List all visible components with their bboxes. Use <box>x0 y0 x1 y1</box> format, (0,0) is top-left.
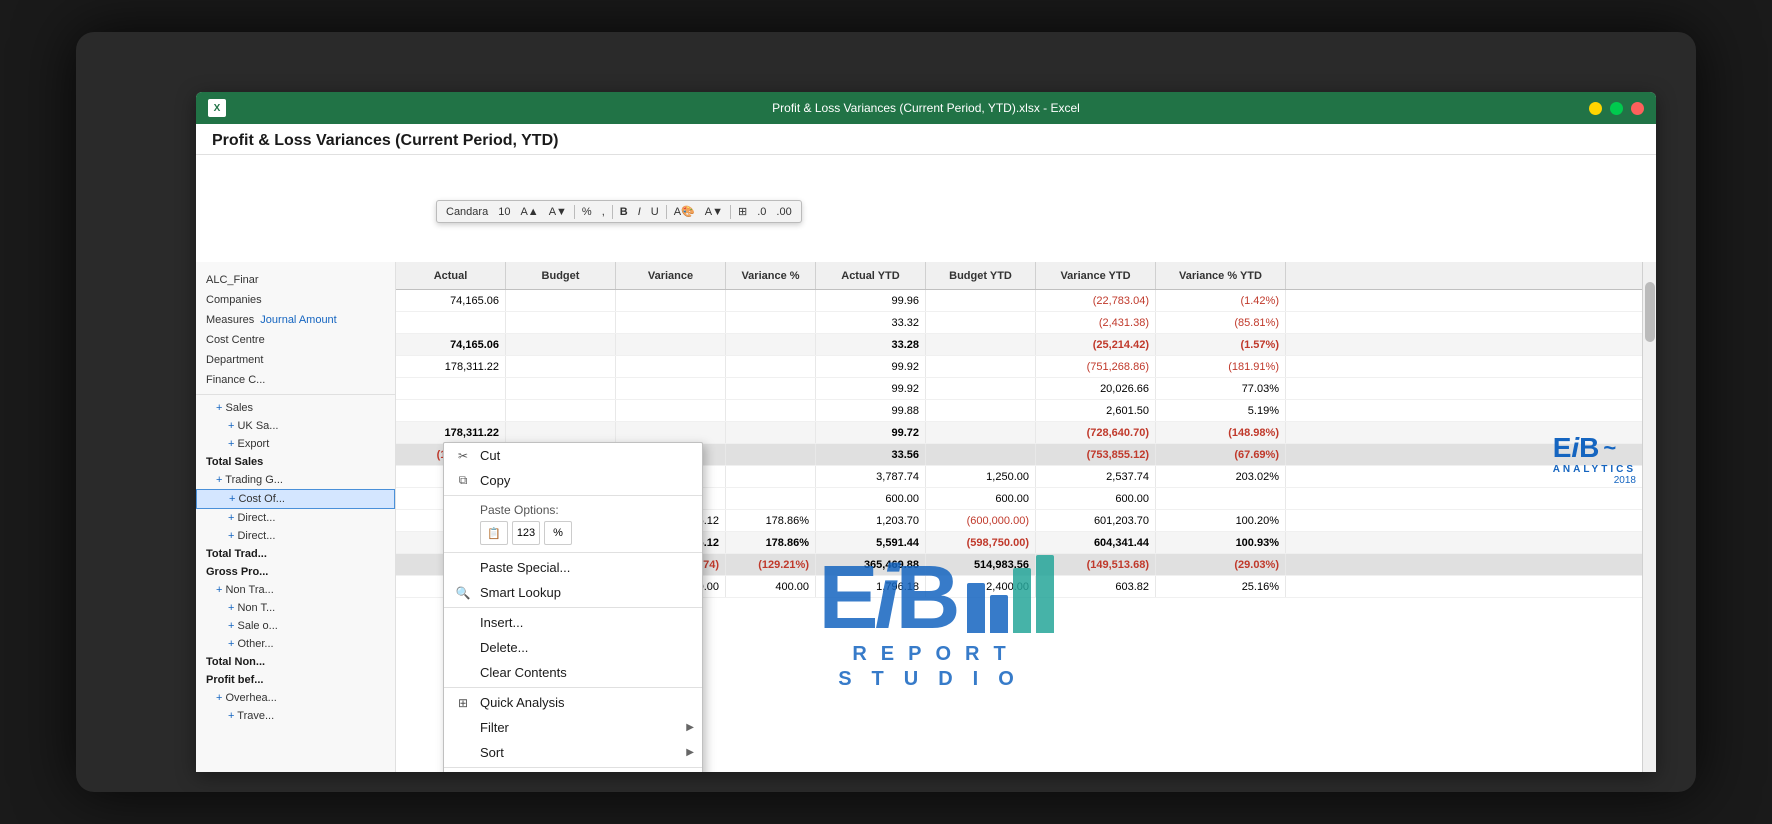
ctx-sort[interactable]: Sort ▶ <box>444 740 702 765</box>
font-color-button[interactable]: A▼ <box>702 205 726 219</box>
underline-button[interactable]: U <box>648 205 662 219</box>
quick-analysis-icon: ⊞ <box>454 694 472 712</box>
context-menu: ✂ Cut ⧉ Copy Paste Options: 📋 123 % Past… <box>443 442 703 772</box>
close-button[interactable] <box>1631 102 1644 115</box>
ctx-cut[interactable]: ✂ Cut <box>444 443 702 468</box>
ctx-sep-1 <box>444 495 702 496</box>
inc-decimal-button[interactable]: .00 <box>773 205 794 219</box>
title-bar: X Profit & Loss Variances (Current Perio… <box>196 92 1656 124</box>
ctx-copy[interactable]: ⧉ Copy <box>444 468 702 493</box>
sort-arrow-icon: ▶ <box>686 747 694 758</box>
excel-app-icon: X <box>208 99 226 117</box>
font-grow-icon[interactable]: A▲ <box>517 205 541 219</box>
ctx-insert-comment[interactable]: 💬 Insert Comment <box>444 770 702 772</box>
sheet-header: Profit & Loss Variances (Current Period,… <box>196 124 1656 155</box>
italic-button[interactable]: I <box>635 205 644 219</box>
ctx-delete-label: Delete... <box>480 640 528 655</box>
ctx-paste-special[interactable]: Paste Special... <box>444 555 702 580</box>
ctx-sep-4 <box>444 687 702 688</box>
toolbar-sep-1 <box>574 205 575 219</box>
ctx-cut-label: Cut <box>480 448 500 463</box>
bold-button[interactable]: B <box>617 205 631 219</box>
borders-button[interactable]: ⊞ <box>735 204 750 219</box>
font-selector[interactable]: Candara <box>443 205 491 219</box>
sheet-content: ALC_Finar Companies Measures Journal Amo… <box>196 262 1656 772</box>
ctx-quick-analysis[interactable]: ⊞ Quick Analysis <box>444 690 702 715</box>
ctx-insert[interactable]: Insert... <box>444 610 702 635</box>
percent-button[interactable]: % <box>579 205 595 219</box>
window-controls <box>1589 102 1644 115</box>
sheet-title: Profit & Loss Variances (Current Period,… <box>212 132 1640 150</box>
filter-arrow-icon: ▶ <box>686 722 694 733</box>
ctx-delete[interactable]: Delete... <box>444 635 702 660</box>
ctx-clear-label: Clear Contents <box>480 665 567 680</box>
ctx-insert-label: Insert... <box>480 615 523 630</box>
font-shrink-icon[interactable]: A▼ <box>546 205 570 219</box>
cut-icon: ✂ <box>454 447 472 465</box>
ctx-paste-options-label: Paste Options: <box>444 498 702 519</box>
mini-toolbar: Candara 10 A▲ A▼ % , B I U A🎨 A▼ ⊞ .0 .0… <box>436 200 802 223</box>
ctx-paste-icon-3[interactable]: % <box>544 521 572 545</box>
ctx-clear-contents[interactable]: Clear Contents <box>444 660 702 685</box>
ctx-smart-lookup-label: Smart Lookup <box>480 585 561 600</box>
toolbar-sep-2 <box>612 205 613 219</box>
ctx-sep-5 <box>444 767 702 768</box>
dim-overlay <box>196 262 1656 772</box>
ctx-smart-lookup[interactable]: 🔍 Smart Lookup <box>444 580 702 605</box>
ctx-filter[interactable]: Filter ▶ <box>444 715 702 740</box>
dec-decimal-button[interactable]: .0 <box>754 205 769 219</box>
ctx-paste-icon-row: 📋 123 % <box>444 519 702 550</box>
ctx-sep-3 <box>444 607 702 608</box>
ctx-paste-icon-2[interactable]: 123 <box>512 521 540 545</box>
fill-color-button[interactable]: A🎨 <box>671 204 698 219</box>
smart-lookup-icon: 🔍 <box>454 584 472 602</box>
ctx-sep-2 <box>444 552 702 553</box>
maximize-button[interactable] <box>1610 102 1623 115</box>
toolbar-sep-4 <box>730 205 731 219</box>
ctx-paste-special-label: Paste Special... <box>480 560 570 575</box>
ctx-copy-label: Copy <box>480 473 510 488</box>
window-title: Profit & Loss Variances (Current Period,… <box>772 101 1080 115</box>
comma-button[interactable]: , <box>599 205 608 219</box>
ctx-quick-analysis-label: Quick Analysis <box>480 695 565 710</box>
ctx-sort-label: Sort <box>480 745 504 760</box>
copy-icon: ⧉ <box>454 472 472 490</box>
toolbar-sep-3 <box>666 205 667 219</box>
ctx-filter-label: Filter <box>480 720 509 735</box>
minimize-button[interactable] <box>1589 102 1602 115</box>
excel-window: X Profit & Loss Variances (Current Perio… <box>196 92 1656 772</box>
ctx-paste-icon-1[interactable]: 📋 <box>480 521 508 545</box>
screen-wrapper: X Profit & Loss Variances (Current Perio… <box>76 32 1696 792</box>
font-size-selector[interactable]: 10 <box>495 205 513 219</box>
